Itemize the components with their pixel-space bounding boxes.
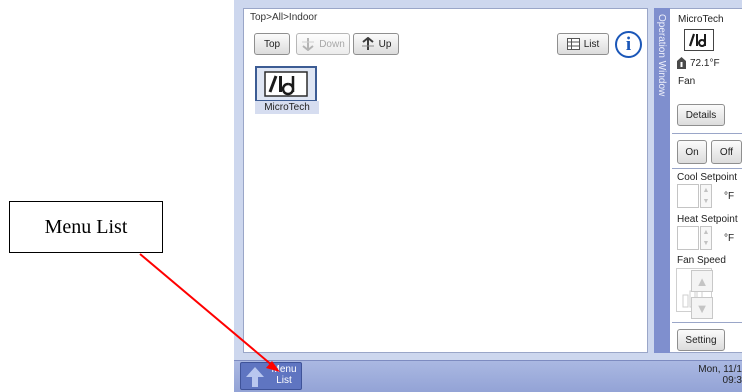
device-label: MicroTech <box>255 101 319 114</box>
off-button[interactable]: Off <box>711 140 742 164</box>
up-label: Up <box>378 38 392 50</box>
divider <box>672 322 742 323</box>
fan-speed-down-button[interactable]: ▼ <box>691 297 713 319</box>
bottom-bar <box>234 360 742 392</box>
heat-setpoint-label: Heat Setpoint <box>677 214 738 225</box>
fan-speed-label: Fan Speed <box>677 255 726 266</box>
chevron-up-icon[interactable]: ▲ <box>703 229 710 236</box>
heat-unit: °F <box>724 233 735 244</box>
cool-setpoint-stepper[interactable]: ▲ ▼ <box>700 184 712 208</box>
divider <box>672 168 742 169</box>
on-button[interactable]: On <box>677 140 707 164</box>
off-label: Off <box>719 146 734 158</box>
setting-label: Setting <box>685 334 717 346</box>
date-time: Mon, 11/1 09:3 <box>698 364 742 386</box>
info-icon[interactable]: i <box>615 31 642 58</box>
triangle-down-icon: ▼ <box>695 300 709 316</box>
chevron-down-icon[interactable]: ▼ <box>703 240 710 247</box>
details-button[interactable]: Details <box>677 104 725 126</box>
top-button[interactable]: Top <box>254 33 290 55</box>
thermometer-icon <box>676 57 687 69</box>
down-button[interactable]: Down <box>296 33 350 55</box>
operation-window-tab[interactable]: Operation Window <box>654 8 670 353</box>
top-label: Top <box>263 38 281 50</box>
up-arrow-icon <box>361 37 374 50</box>
triangle-up-icon: ▲ <box>695 273 709 289</box>
device-tile[interactable] <box>255 66 317 102</box>
device-logo <box>684 29 714 51</box>
setting-button[interactable]: Setting <box>677 329 725 351</box>
divider <box>672 133 742 134</box>
cool-setpoint-label: Cool Setpoint <box>677 172 738 183</box>
mode-text: Fan <box>678 76 696 87</box>
heat-setpoint-stepper[interactable]: ▲ ▼ <box>700 226 712 250</box>
menu-list-callout: Menu List <box>9 201 163 253</box>
chevron-up-icon[interactable]: ▲ <box>703 187 710 194</box>
operation-window-label: Operation Window <box>656 14 667 97</box>
device-list-panel <box>243 8 648 353</box>
list-button[interactable]: List <box>557 33 609 55</box>
list-icon <box>566 38 580 50</box>
menu-list-label: Menu List <box>271 364 297 386</box>
room-temperature: 72.1°F <box>690 58 720 69</box>
list-label: List <box>583 38 600 50</box>
fan-speed-up-button[interactable]: ▲ <box>691 270 713 292</box>
microtech-logo-icon <box>264 71 308 97</box>
details-label: Details <box>685 109 717 121</box>
chevron-down-icon[interactable]: ▼ <box>703 198 710 205</box>
cool-setpoint-field[interactable] <box>677 184 699 208</box>
down-arrow-icon <box>302 38 315 51</box>
cool-unit: °F <box>724 191 735 202</box>
heat-setpoint-field[interactable] <box>677 226 699 250</box>
down-label: Down <box>319 38 345 50</box>
device-name: MicroTech <box>678 14 724 25</box>
up-button[interactable]: Up <box>353 33 399 55</box>
menu-arrow-icon <box>246 367 264 387</box>
on-label: On <box>685 146 699 158</box>
microtech-logo-icon <box>688 33 707 47</box>
breadcrumb: Top>All>Indoor <box>250 12 318 23</box>
